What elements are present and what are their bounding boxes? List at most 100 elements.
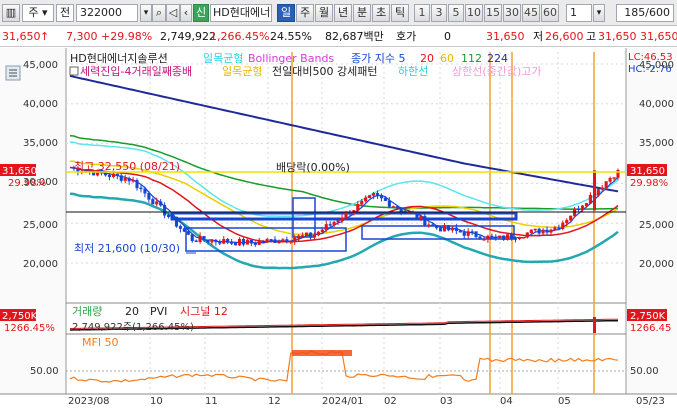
candle-body bbox=[336, 220, 340, 223]
interval-1[interactable]: 1 bbox=[414, 4, 430, 22]
candle-body bbox=[454, 227, 458, 231]
price-tag-right-text: 31,650 bbox=[630, 166, 665, 177]
date-label-12: 12 bbox=[268, 396, 281, 407]
stock-name: HD현대에너 bbox=[213, 6, 271, 19]
candle-body bbox=[143, 188, 147, 194]
interval-10[interactable]: 10 bbox=[465, 4, 483, 22]
market-select[interactable]: 주 ▾ bbox=[22, 4, 54, 22]
legend-ma60: 60 bbox=[440, 52, 454, 65]
period-week[interactable]: 주 bbox=[296, 4, 314, 22]
toolbar: ▥ 주 ▾ 전 322000 ▾ ⌕ ◁ ‹ 신 HD현대에너 일 주 월 년 … bbox=[0, 0, 677, 26]
period-minute[interactable]: 분 bbox=[353, 4, 371, 22]
candle-body bbox=[431, 224, 435, 226]
price-tick-20000: 20,000 bbox=[23, 259, 58, 270]
stock-name-field[interactable]: HD현대에너 bbox=[210, 4, 272, 22]
current-price: 31,650 bbox=[2, 30, 41, 43]
interval-15-label: 15 bbox=[486, 6, 500, 19]
candle-body bbox=[344, 211, 348, 219]
interval-45[interactable]: 45 bbox=[522, 4, 540, 22]
mfi-tick-left: 50.00 bbox=[30, 366, 59, 377]
price-tag-left-text: 31,650 bbox=[2, 166, 37, 177]
candle-body bbox=[226, 239, 230, 243]
candle-body bbox=[131, 180, 135, 182]
period-day-label: 일 bbox=[280, 6, 292, 19]
quote-value: 0 bbox=[444, 30, 451, 43]
period-year[interactable]: 년 bbox=[334, 4, 352, 22]
speaker-icon[interactable]: ◁ bbox=[166, 4, 180, 22]
candle-body bbox=[584, 203, 589, 207]
candle-body bbox=[517, 237, 521, 239]
legend-pattern: 세력진입-4거래일째종배 bbox=[80, 64, 192, 78]
candle-body bbox=[427, 224, 431, 226]
candle-body bbox=[249, 239, 253, 244]
candle-body bbox=[316, 231, 320, 236]
candle-body bbox=[474, 231, 478, 238]
price-tick-25000: 25,000 bbox=[23, 220, 58, 231]
price-change-pct: +29.98% bbox=[101, 30, 153, 43]
term-select[interactable]: 전 bbox=[56, 4, 74, 22]
page-indicator[interactable]: 185/600 bbox=[616, 4, 674, 22]
candle-body bbox=[332, 221, 336, 225]
period-minute-label: 분 bbox=[356, 6, 368, 19]
date-label-05-23: 05/23 bbox=[636, 396, 665, 407]
search-icon[interactable]: ⌕ bbox=[152, 4, 166, 22]
candle-body bbox=[513, 238, 518, 240]
pvi-label: PVI bbox=[150, 305, 167, 318]
count-input[interactable]: 1 bbox=[566, 4, 592, 22]
interval-3[interactable]: 3 bbox=[431, 4, 447, 22]
mfi-label: MFI 50 bbox=[82, 336, 119, 349]
page-value: 185/600 bbox=[624, 6, 670, 19]
candle-body bbox=[482, 238, 486, 241]
price-tick-40000: 40,000 bbox=[23, 99, 58, 110]
up-arrow-icon: ↑ bbox=[40, 30, 50, 43]
candle-body bbox=[186, 231, 190, 235]
chart-menu-icon[interactable]: ▥ bbox=[2, 4, 20, 22]
candle-body bbox=[466, 231, 470, 236]
period-second[interactable]: 초 bbox=[372, 4, 390, 22]
interval-30[interactable]: 30 bbox=[503, 4, 521, 22]
candle-body bbox=[545, 229, 549, 233]
interval-60[interactable]: 60 bbox=[541, 4, 559, 22]
candle-body bbox=[269, 239, 273, 241]
candle-body bbox=[525, 232, 529, 238]
candle-body bbox=[502, 235, 506, 240]
candle-body bbox=[375, 193, 380, 196]
candle-body bbox=[151, 199, 155, 205]
candle-body bbox=[423, 216, 427, 226]
candle-body bbox=[537, 228, 541, 234]
mfi-tick-right: 50.00 bbox=[630, 366, 659, 377]
low-value: 26,600 bbox=[545, 30, 584, 43]
code-value: 322000 bbox=[80, 6, 122, 19]
period-tick[interactable]: 틱 bbox=[391, 4, 409, 22]
high-annotation: 최고 32,550 (08/21) bbox=[74, 160, 180, 173]
period-month[interactable]: 월 bbox=[315, 4, 333, 22]
candle-body bbox=[569, 215, 573, 221]
stock-chart[interactable]: 45,000 40,000 35,000 30,000 25,000 20,00… bbox=[0, 48, 677, 409]
trade-volume: 2,749,922 bbox=[160, 30, 216, 43]
date-label-04: 04 bbox=[500, 396, 513, 407]
candle-body bbox=[561, 222, 565, 229]
interval-15[interactable]: 15 bbox=[484, 4, 502, 22]
code-input[interactable]: 322000 bbox=[76, 4, 138, 22]
period-day[interactable]: 일 bbox=[277, 4, 295, 22]
legend-stock-name: HD현대에너지솔루션 bbox=[70, 52, 168, 65]
candle-body bbox=[312, 234, 316, 238]
pvi-period: 20 bbox=[125, 305, 139, 318]
candle-body bbox=[415, 213, 419, 220]
legend-ichimoku: 일목균형 bbox=[203, 51, 243, 65]
legend-hanhan: 하한선 bbox=[398, 64, 428, 78]
candle-body bbox=[498, 235, 502, 239]
interval-30-label: 30 bbox=[505, 6, 519, 19]
count-value: 1 bbox=[570, 6, 577, 19]
legend-checkbox[interactable] bbox=[69, 66, 79, 76]
count-dropdown-icon[interactable]: ▾ bbox=[593, 4, 605, 22]
code-dropdown-icon[interactable]: ▾ bbox=[140, 4, 152, 22]
candle-body bbox=[159, 201, 163, 206]
price-tick-45000: 45,000 bbox=[23, 60, 58, 71]
interval-5[interactable]: 5 bbox=[448, 4, 464, 22]
prev-icon[interactable]: ‹ bbox=[180, 4, 192, 22]
volume-label: 거래량 bbox=[72, 305, 102, 318]
candle-body bbox=[210, 239, 214, 243]
candle-body bbox=[277, 241, 281, 244]
candle-body bbox=[115, 173, 119, 176]
